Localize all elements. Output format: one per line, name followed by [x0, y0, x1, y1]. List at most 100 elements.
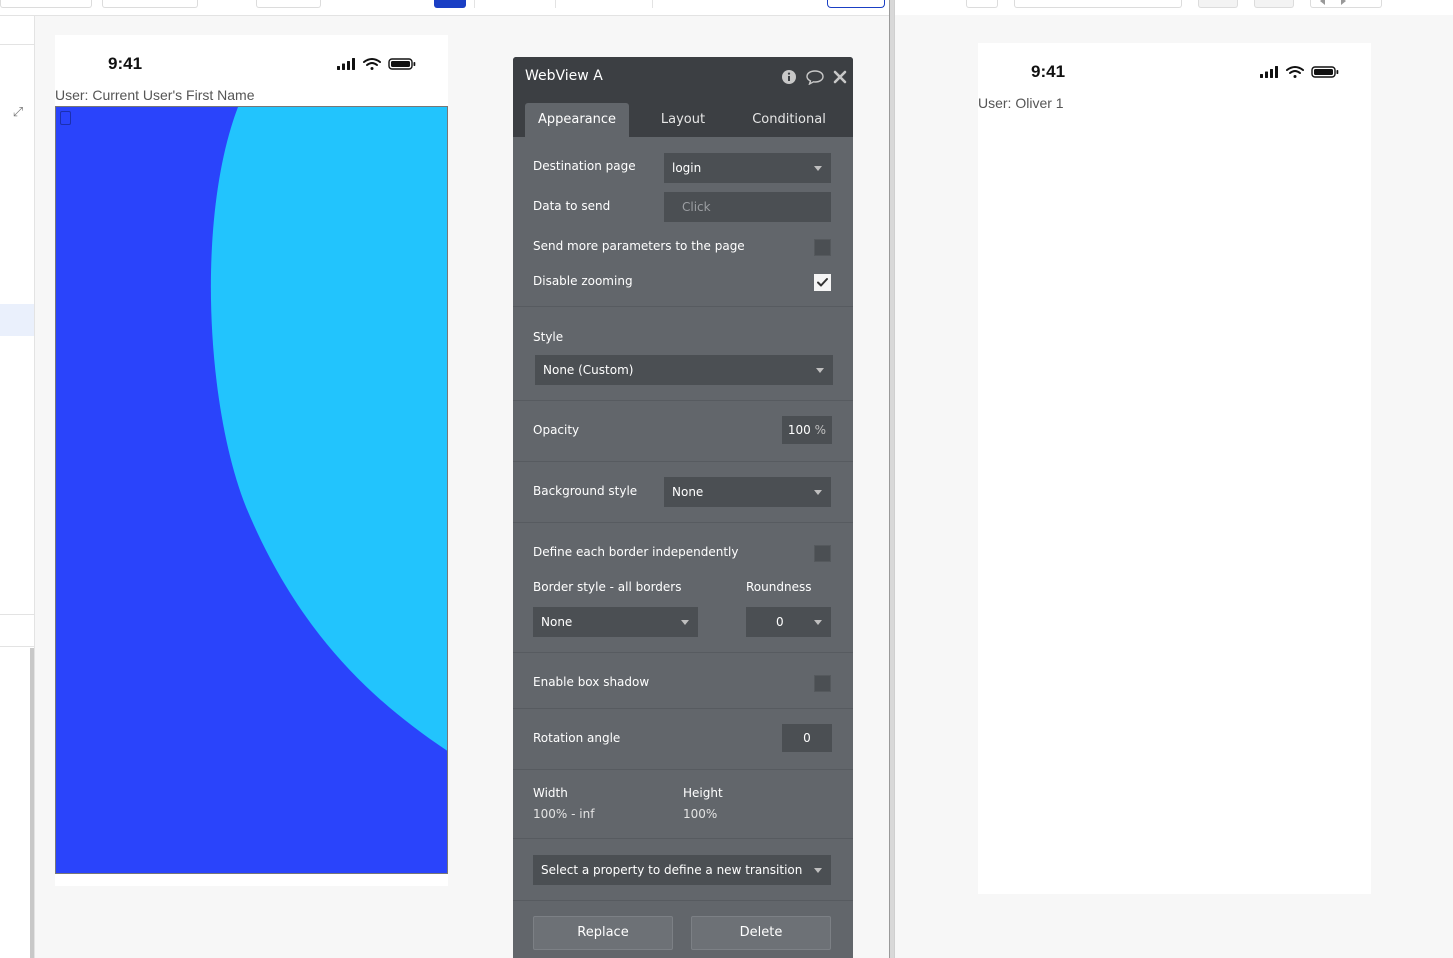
box-shadow-checkbox[interactable]	[814, 675, 831, 692]
section-divider	[513, 708, 853, 709]
rotation-label: Rotation angle	[533, 731, 621, 745]
chevron-left-icon	[1320, 0, 1325, 5]
roundness-value: 0	[776, 615, 784, 629]
comment-icon[interactable]	[806, 69, 824, 86]
destination-page-label: Destination page	[533, 159, 636, 173]
border-style-dropdown[interactable]: None	[533, 607, 698, 637]
preview-phone: 9:41 User: Oliver 1	[978, 43, 1371, 894]
opacity-label: Opacity	[533, 423, 580, 437]
style-dropdown[interactable]: None (Custom)	[535, 355, 833, 385]
width-label: Width	[533, 786, 568, 800]
border-style-label: Border style - all borders	[533, 580, 682, 594]
toolbar-button[interactable]	[1254, 0, 1294, 8]
section-divider	[513, 652, 853, 653]
style-value: None (Custom)	[543, 363, 634, 377]
disable-zooming-label: Disable zooming	[533, 274, 633, 288]
element-handle-icon[interactable]	[60, 111, 71, 125]
height-value: 100%	[683, 807, 718, 821]
replace-button[interactable]: Replace	[533, 916, 673, 950]
section-divider	[513, 461, 853, 462]
toolbar-button[interactable]	[1198, 0, 1238, 8]
chevron-down-icon	[814, 620, 822, 625]
status-time: 9:41	[1031, 62, 1066, 81]
tab-appearance[interactable]: Appearance	[525, 103, 629, 137]
roundness-dropdown[interactable]: 0	[746, 607, 831, 637]
destination-page-dropdown[interactable]: login	[664, 153, 831, 183]
rotation-input[interactable]: 0	[782, 724, 832, 752]
webview-element[interactable]	[55, 106, 448, 874]
signal-icon	[1260, 66, 1278, 78]
toolbar-preview-button[interactable]	[827, 0, 885, 8]
status-icons	[337, 57, 417, 76]
tab-conditional[interactable]: Conditional	[739, 103, 839, 137]
transition-placeholder: Select a property to define a new transi…	[541, 863, 803, 877]
editor-toolbar	[0, 0, 890, 16]
background-style-label: Background style	[533, 484, 638, 498]
roundness-label: Roundness	[746, 580, 812, 594]
define-borders-checkbox[interactable]	[814, 545, 831, 562]
battery-icon	[388, 58, 416, 70]
chevron-down-icon	[814, 490, 822, 495]
section-divider	[513, 522, 853, 523]
panel-tabs: Appearance Layout Conditional	[513, 97, 853, 137]
send-more-params-label: Send more parameters to the page	[533, 239, 745, 253]
destination-page-value: login	[672, 161, 702, 175]
define-borders-label: Define each border independently	[533, 545, 739, 559]
checkmark-icon	[817, 278, 828, 287]
info-icon[interactable]	[781, 69, 797, 85]
user-name-text: User: Oliver 1	[978, 95, 1064, 111]
chevron-down-icon	[814, 868, 822, 873]
battery-icon	[1311, 66, 1339, 78]
data-to-send-label: Data to send	[533, 199, 611, 213]
rail-divider	[0, 646, 34, 647]
property-editor: WebView A Appearance Layout Conditional …	[513, 57, 853, 958]
toolbar-divider	[474, 0, 475, 8]
opacity-input[interactable]: 100 %	[782, 416, 832, 444]
width-value: 100% - inf	[533, 807, 595, 821]
background-style-value: None	[672, 485, 704, 499]
toolbar-dropdown[interactable]	[256, 0, 321, 8]
phone-canvas: 9:41 User: Current User's First Name	[55, 35, 448, 886]
chevron-down-icon	[814, 166, 822, 171]
data-to-send-field[interactable]: Click	[664, 192, 831, 222]
section-divider	[513, 306, 853, 307]
section-divider	[513, 769, 853, 770]
rail-divider	[0, 614, 34, 615]
send-more-params-checkbox[interactable]	[814, 239, 831, 256]
rail-scrollbar[interactable]	[30, 648, 34, 958]
opacity-value: 100	[787, 423, 811, 437]
chevron-right-icon	[1341, 0, 1346, 5]
rail-selected-item[interactable]	[0, 304, 34, 336]
wifi-icon	[1286, 66, 1304, 78]
delete-button[interactable]: Delete	[691, 916, 831, 950]
section-divider	[513, 400, 853, 401]
tab-layout[interactable]: Layout	[641, 103, 725, 137]
nav-arrows[interactable]	[1310, 0, 1382, 8]
status-icons	[1260, 65, 1340, 84]
left-rail: ⤢	[0, 16, 35, 958]
close-icon[interactable]	[832, 69, 848, 85]
rail-divider	[0, 44, 34, 45]
box-shadow-label: Enable box shadow	[533, 675, 650, 689]
disable-zooming-checkbox[interactable]	[814, 274, 831, 291]
panel-header: WebView A	[513, 57, 853, 97]
preview-toolbar	[895, 0, 1453, 15]
toolbar-divider	[652, 0, 653, 8]
toolbar-dropdown[interactable]	[0, 0, 92, 8]
url-field[interactable]	[1014, 0, 1182, 8]
section-divider	[513, 838, 853, 839]
status-time: 9:41	[108, 54, 143, 73]
height-label: Height	[683, 786, 723, 800]
toolbar-dropdown[interactable]	[102, 0, 198, 8]
background-style-dropdown[interactable]: None	[664, 477, 831, 507]
chevron-down-icon	[816, 368, 824, 373]
toolbar-active-button[interactable]	[434, 0, 466, 8]
style-label: Style	[533, 330, 564, 344]
wifi-icon	[363, 58, 381, 70]
expand-icon[interactable]: ⤢	[11, 105, 25, 119]
user-name-text: User: Current User's First Name	[55, 87, 255, 103]
opacity-unit: %	[814, 423, 826, 437]
toolbar-icon-button[interactable]	[966, 0, 998, 8]
transition-dropdown[interactable]: Select a property to define a new transi…	[533, 855, 831, 885]
toolbar-divider	[555, 0, 556, 8]
